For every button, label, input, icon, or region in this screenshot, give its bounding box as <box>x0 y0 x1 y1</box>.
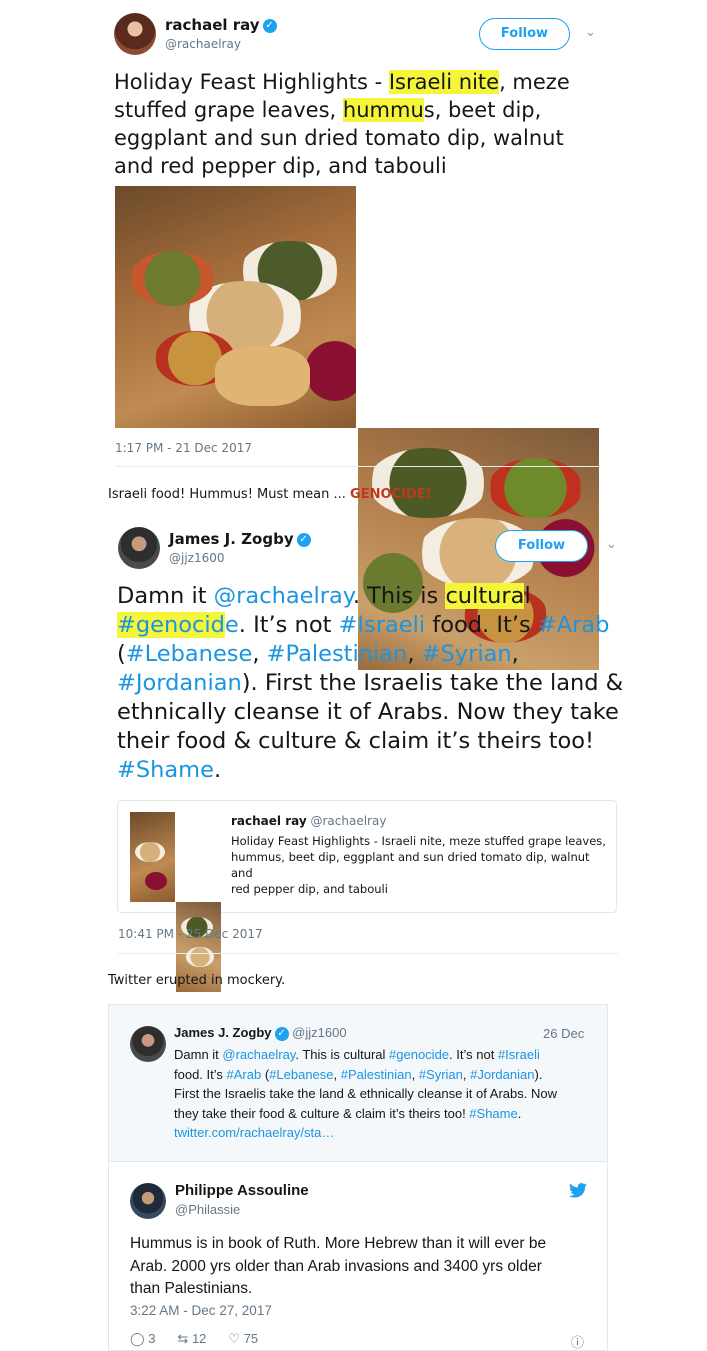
chevron-down-icon[interactable]: ⌄ <box>585 25 596 40</box>
verified-badge-icon: ✓ <box>296 532 311 547</box>
like-action[interactable]: ♡ 75 <box>228 1331 258 1347</box>
retweet-icon: ⇆ <box>177 1331 189 1346</box>
embed-link[interactable]: twitter.com/rachaelray/sta… <box>174 1125 334 1140</box>
hashtag-link[interactable]: #genocid <box>117 612 225 638</box>
reply-icon: ◯ <box>130 1331 145 1346</box>
embed-author-name[interactable]: Philippe Assouline <box>175 1182 309 1199</box>
hashtag-link[interactable]: #Shame <box>117 757 214 783</box>
hashtag-link[interactable]: #Palestinian <box>267 641 408 667</box>
embed-text: Hummus is in book of Ruth. More Hebrew t… <box>130 1235 547 1297</box>
article-caption: Israeli food! Hummus! Must mean ... GENO… <box>108 487 432 502</box>
author-name-text[interactable]: James J. Zogby <box>169 530 294 548</box>
embed-author-handle[interactable]: @Philassie <box>175 1202 240 1217</box>
retweet-action[interactable]: ⇆ 12 <box>177 1331 206 1347</box>
author-handle[interactable]: @jjz1600 <box>169 551 225 565</box>
tweet-rachael-ray: rachael ray ✓ @rachaelray Follow ⌄ Holida… <box>0 0 707 670</box>
tweet-text: Holiday Feast Highlights - Israeli nite,… <box>114 70 570 178</box>
author-name[interactable]: rachael ray ✓ <box>165 16 277 34</box>
quoted-photo-left <box>130 812 175 902</box>
action-bar: ◯ 3 ⇆ 12 ♡ 75 <box>130 1331 258 1347</box>
emphasis-text: GENOCIDE! <box>350 487 432 502</box>
hashtag-link[interactable]: #Jordanian <box>117 670 242 696</box>
verified-badge-icon: ✓ <box>262 18 277 33</box>
embedded-reply-context: James J. Zogby ✓ @jjz1600 26 Dec Damn it … <box>108 1004 608 1161</box>
author-name-text[interactable]: rachael ray <box>165 16 260 34</box>
timestamp[interactable]: 1:17 PM - 21 Dec 2017 <box>115 441 252 455</box>
embed-author[interactable]: James J. Zogby ✓ @jjz1600 <box>174 1025 347 1041</box>
reply-action[interactable]: ◯ 3 <box>130 1331 155 1347</box>
twitter-bird-icon[interactable] <box>569 1183 587 1202</box>
chevron-down-icon[interactable]: ⌄ <box>606 537 617 552</box>
tweet-photo-left[interactable] <box>115 186 356 428</box>
hashtag-link[interactable]: #Syrian <box>422 641 512 667</box>
article-caption: Twitter erupted in mockery. <box>108 973 286 988</box>
author-name[interactable]: James J. Zogby ✓ <box>169 530 311 548</box>
mention-link[interactable]: @rachaelray <box>214 583 353 609</box>
follow-button[interactable]: Follow <box>479 18 570 50</box>
verified-badge-icon: ✓ <box>274 1026 289 1041</box>
avatar[interactable] <box>118 527 160 569</box>
tweet-text: Damn it @rachaelray. This is cultural #g… <box>117 583 624 783</box>
author-handle[interactable]: @rachaelray <box>165 37 241 51</box>
timestamp[interactable]: 10:41 PM - 25 Dec 2017 <box>118 927 263 941</box>
hashtag-link[interactable]: #Israeli <box>339 612 426 638</box>
timestamp[interactable]: 3:22 AM - Dec 27, 2017 <box>130 1303 272 1318</box>
quoted-tweet[interactable]: rachael ray @rachaelray Holiday Feast Hi… <box>117 800 617 992</box>
hashtag-link[interactable]: #Arab <box>538 612 610 638</box>
embed-date[interactable]: 26 Dec <box>543 1026 584 1041</box>
quoted-author: rachael ray @rachaelray <box>231 814 387 828</box>
avatar[interactable] <box>130 1183 166 1219</box>
avatar[interactable] <box>114 13 156 55</box>
avatar[interactable] <box>130 1026 166 1062</box>
follow-button[interactable]: Follow <box>495 530 588 562</box>
heart-icon: ♡ <box>228 1331 241 1346</box>
embedded-tweet-philippe: Philippe Assouline @Philassie Hummus is … <box>108 1161 608 1351</box>
divider <box>118 953 618 954</box>
embed-text: Damn it @rachaelray. This is cultural #g… <box>174 1047 557 1140</box>
hashtag-link[interactable]: #Lebanese <box>126 641 253 667</box>
divider <box>115 466 599 467</box>
info-icon[interactable]: ⓘ <box>571 1332 584 1351</box>
quoted-text: Holiday Feast Highlights - Israeli nite,… <box>231 834 606 896</box>
